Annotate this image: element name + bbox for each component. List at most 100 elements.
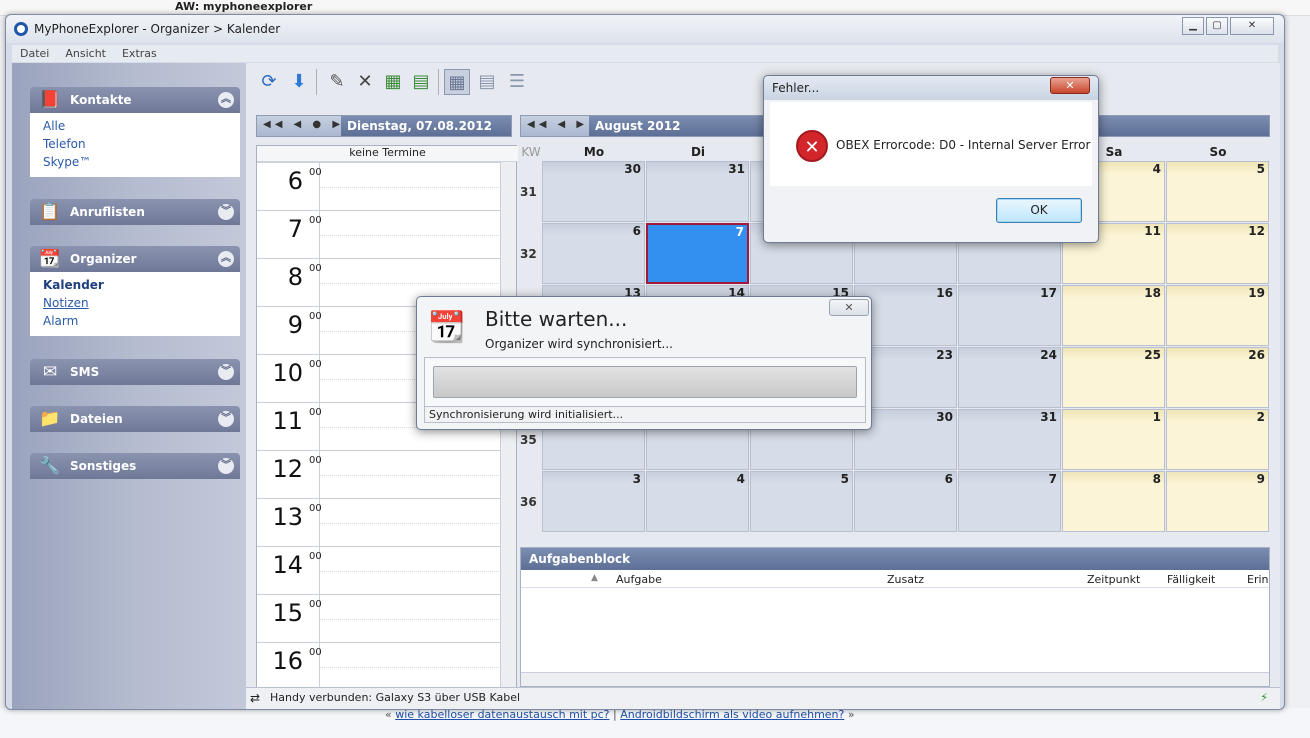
time-slot[interactable] [319, 451, 499, 499]
menu-extras[interactable]: Extras [122, 45, 157, 62]
day-cell[interactable]: 25 [1062, 347, 1165, 408]
sidebar-item-alle[interactable]: Alle [43, 117, 240, 135]
download-icon[interactable]: ⬇ [286, 69, 312, 95]
task-horizontal-scrollbar[interactable] [521, 672, 1269, 686]
sidebar-item-telefon[interactable]: Telefon [43, 135, 240, 153]
hour-row[interactable]: 14 00 [257, 546, 501, 595]
day-number: 16 [936, 286, 953, 300]
app-icon [14, 22, 28, 36]
time-slot[interactable] [319, 547, 499, 595]
week-view-icon[interactable]: ▤ [474, 69, 500, 95]
battery-icon: ⚡ [1260, 691, 1268, 704]
status-bar: ⇄ Handy verbunden: Galaxy S3 über USB Ka… [246, 687, 1280, 709]
column-faelligkeit[interactable]: Fälligkeit [1167, 573, 1215, 586]
hour-label: 16 [272, 647, 303, 675]
time-slot[interactable] [319, 643, 499, 691]
hour-row[interactable]: 13 00 [257, 498, 501, 547]
day-cell[interactable]: 31 [958, 409, 1061, 470]
folder-icon: 📁 [39, 409, 61, 429]
day-cell[interactable]: 31 [646, 161, 749, 222]
day-cell[interactable]: 5 [1166, 161, 1269, 222]
collapse-icon[interactable]: ︽ [218, 92, 234, 108]
hour-row[interactable]: 15 00 [257, 594, 501, 643]
hour-row[interactable]: 12 00 [257, 450, 501, 499]
list-view-icon[interactable]: ☰ [504, 69, 530, 95]
sidebar-item-notizen[interactable]: Notizen [43, 294, 240, 312]
minute-label: 00 [309, 647, 322, 658]
delete-icon[interactable]: ✕ [352, 69, 378, 95]
wait-close-button[interactable]: ✕ [829, 299, 869, 316]
column-aufgabe[interactable]: Aufgabe [616, 573, 662, 586]
day-cell[interactable]: 6 [854, 471, 957, 532]
day-cell[interactable]: 1 [1062, 409, 1165, 470]
day-cell[interactable]: 24 [958, 347, 1061, 408]
sidebar-group-sms[interactable]: ✉ SMS ︾ [30, 359, 240, 385]
sidebar-item-skype[interactable]: Skype™ [43, 153, 240, 171]
ok-button[interactable]: OK [996, 198, 1082, 223]
expand-icon[interactable]: ︾ [218, 458, 234, 474]
day-number: 8 [1152, 472, 1161, 486]
day-cell[interactable]: 8 [1062, 471, 1165, 532]
toolbar-separator [316, 69, 317, 95]
menu-ansicht[interactable]: Ansicht [65, 45, 106, 62]
column-zusatz[interactable]: Zusatz [887, 573, 924, 586]
sidebar-group-kontakte[interactable]: 📕 Kontakte ︽ [30, 87, 240, 113]
day-cell[interactable]: 7 [958, 471, 1061, 532]
day-cell[interactable]: 19 [1166, 285, 1269, 346]
error-dialog: Fehler... ✕ ✕ OBEX Errorcode: D0 - Inter… [763, 75, 1099, 243]
sidebar-group-sonstiges[interactable]: 🔧 Sonstiges ︾ [30, 453, 240, 479]
sidebar-group-dateien[interactable]: 📁 Dateien ︾ [30, 406, 240, 432]
new-appointment-icon[interactable]: ▦ [380, 69, 406, 95]
day-cell[interactable]: 18 [1062, 285, 1165, 346]
hour-row[interactable]: 7 00 [257, 210, 501, 259]
error-dialog-titlebar[interactable]: Fehler... ✕ [764, 76, 1098, 100]
minute-label: 00 [309, 167, 322, 178]
day-cell[interactable]: 5 [750, 471, 853, 532]
column-erinnerung[interactable]: Erin [1247, 573, 1269, 586]
title-bar[interactable]: MyPhoneExplorer - Organizer > Kalender ▁… [6, 15, 1284, 43]
menu-datei[interactable]: Datei [20, 45, 49, 62]
error-close-button[interactable]: ✕ [1050, 77, 1090, 94]
expand-icon[interactable]: ︾ [218, 364, 234, 380]
day-cell[interactable]: 17 [958, 285, 1061, 346]
no-appointments-label: keine Termine [257, 146, 518, 162]
time-slot[interactable] [319, 211, 499, 259]
day-cell[interactable]: 26 [1166, 347, 1269, 408]
day-cell[interactable]: 12 [1166, 223, 1269, 284]
week-number: 31 [520, 185, 537, 199]
day-number: 4 [1152, 162, 1161, 176]
hour-row[interactable]: 6 00 [257, 162, 501, 211]
day-cell[interactable]: 7 [646, 223, 749, 284]
day-cell[interactable]: 2 [1166, 409, 1269, 470]
maximize-button[interactable]: ▢ [1206, 17, 1228, 35]
sidebar-item-alarm[interactable]: Alarm [43, 312, 240, 330]
expand-icon[interactable]: ︾ [218, 411, 234, 427]
group-label: Dateien [70, 412, 123, 426]
sidebar-group-anruflisten[interactable]: 📋 Anruflisten ︾ [30, 199, 240, 225]
close-button[interactable]: ✕ [1230, 17, 1274, 35]
minimize-button[interactable]: ▁ [1182, 17, 1204, 35]
day-number: 4 [736, 472, 745, 486]
day-cell[interactable]: 9 [1166, 471, 1269, 532]
minute-label: 00 [309, 455, 322, 466]
day-cell[interactable]: 3 [542, 471, 645, 532]
time-slot[interactable] [319, 163, 499, 211]
month-view-icon[interactable]: ▦ [444, 69, 470, 95]
week-number: 35 [520, 433, 537, 447]
sync-icon[interactable]: ⟳ [256, 69, 282, 95]
expand-icon[interactable]: ︾ [218, 204, 234, 220]
time-slot[interactable] [319, 499, 499, 547]
sidebar-group-organizer[interactable]: 📆 Organizer ︽ [30, 246, 240, 272]
new-task-icon[interactable]: ▤ [408, 69, 434, 95]
time-slot[interactable] [319, 595, 499, 643]
day-number: 24 [1040, 348, 1057, 362]
edit-icon[interactable]: ✎ [324, 69, 350, 95]
day-cell[interactable]: 30 [542, 161, 645, 222]
collapse-icon[interactable]: ︽ [218, 251, 234, 267]
day-cell[interactable]: 6 [542, 223, 645, 284]
column-zeitpunkt[interactable]: Zeitpunkt [1087, 573, 1140, 586]
day-cell[interactable]: 4 [646, 471, 749, 532]
hour-row[interactable]: 16 00 [257, 642, 501, 691]
minute-label: 00 [309, 503, 322, 514]
sidebar-item-kalender[interactable]: Kalender [43, 276, 240, 294]
